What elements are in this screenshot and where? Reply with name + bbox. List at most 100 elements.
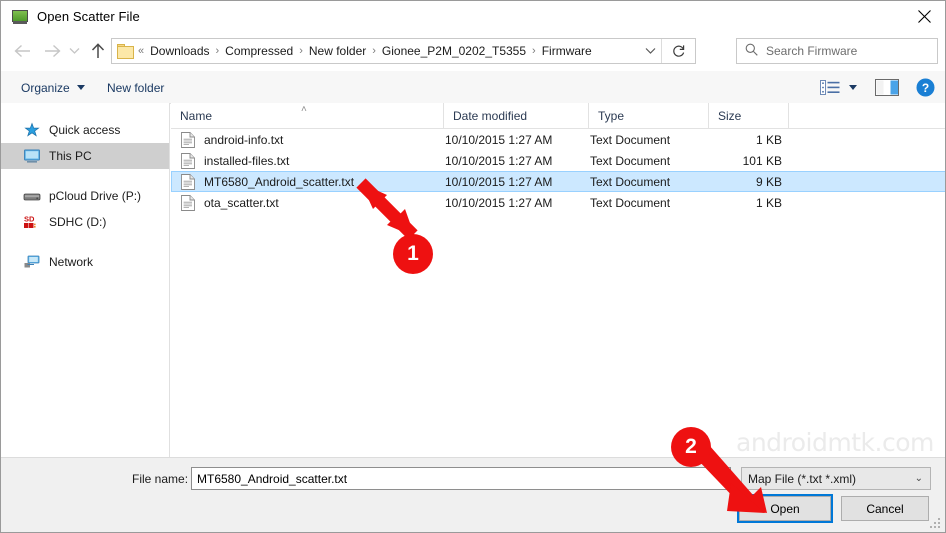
- sidebar-item-sdhc[interactable]: SD SDHC (D:): [1, 209, 169, 235]
- breadcrumb-item-1[interactable]: Compressed: [220, 42, 298, 60]
- file-size: 1 KB: [755, 132, 782, 147]
- text-document-icon: [181, 131, 195, 148]
- file-type: Text Document: [590, 195, 671, 210]
- scatter-file-icon: [12, 9, 28, 25]
- search-input[interactable]: Search Firmware: [736, 38, 938, 64]
- chevron-down-icon: [849, 84, 857, 90]
- search-placeholder: Search Firmware: [766, 44, 858, 58]
- sidebar-item-network[interactable]: Network: [1, 249, 169, 275]
- navigation-bar: « Downloads › Compressed › New folder › …: [1, 32, 945, 71]
- navigation-sidebar: Quick access This PC pCloud Drive (P:) S…: [1, 103, 170, 457]
- table-row[interactable]: installed-files.txt 10/10/2015 1:27 AM T…: [171, 150, 945, 171]
- recent-locations-button[interactable]: [65, 38, 83, 64]
- view-options-button[interactable]: [820, 76, 857, 98]
- organize-label: Organize: [21, 80, 70, 95]
- column-header-name[interactable]: Name ˄: [171, 103, 444, 128]
- open-label: Open: [770, 501, 800, 516]
- file-name: MT6580_Android_scatter.txt: [204, 174, 355, 189]
- file-rows: android-info.txt 10/10/2015 1:27 AM Text…: [171, 129, 945, 213]
- sidebar-item-this-pc[interactable]: This PC: [1, 143, 169, 169]
- watermark: androidmtk.com: [736, 428, 934, 457]
- file-size: 9 KB: [755, 174, 782, 189]
- file-type: Text Document: [590, 174, 671, 189]
- column-header-type[interactable]: Type: [589, 103, 709, 128]
- breadcrumb-item-2[interactable]: New folder: [304, 42, 371, 60]
- svg-text:SD: SD: [24, 215, 35, 224]
- new-folder-button[interactable]: New folder: [101, 77, 170, 98]
- breadcrumb-overflow[interactable]: «: [137, 43, 145, 59]
- file-date: 10/10/2015 1:27 AM: [445, 174, 553, 189]
- file-list: Name ˄ Date modified Type Size android-i…: [171, 103, 945, 457]
- refresh-icon[interactable]: [661, 39, 695, 63]
- breadcrumb-item-3[interactable]: Gionee_P2M_0202_T5355: [377, 42, 531, 60]
- table-row[interactable]: ota_scatter.txt 10/10/2015 1:27 AM Text …: [171, 192, 945, 213]
- file-date: 10/10/2015 1:27 AM: [445, 195, 553, 210]
- file-name: installed-files.txt: [204, 153, 290, 168]
- new-folder-label: New folder: [107, 80, 165, 95]
- help-icon[interactable]: ?: [916, 76, 935, 98]
- file-name: android-info.txt: [204, 132, 284, 147]
- table-row-selected[interactable]: MT6580_Android_scatter.txt 10/10/2015 1:…: [171, 171, 945, 192]
- cancel-label: Cancel: [866, 501, 904, 516]
- text-document-icon: [181, 173, 195, 190]
- breadcrumb-item-0[interactable]: Downloads: [145, 42, 214, 60]
- back-button[interactable]: [9, 38, 35, 64]
- column-header-size[interactable]: Size: [709, 103, 789, 128]
- file-type-filter-value: Map File (*.txt *.xml): [748, 471, 857, 486]
- sidebar-item-quick-access[interactable]: Quick access: [1, 117, 169, 143]
- organize-button[interactable]: Organize: [15, 77, 91, 98]
- file-name-input[interactable]: MT6580_Android_scatter.txt: [191, 467, 731, 490]
- column-label: Size: [718, 108, 742, 123]
- sidebar-item-pcloud-drive[interactable]: pCloud Drive (P:): [1, 183, 169, 209]
- text-document-icon: [181, 194, 195, 211]
- file-size: 1 KB: [755, 195, 782, 210]
- file-name-label: File name:: [132, 472, 189, 486]
- address-bar[interactable]: « Downloads › Compressed › New folder › …: [111, 38, 696, 64]
- folder-icon: [117, 43, 135, 59]
- column-label: Type: [598, 108, 625, 123]
- up-button[interactable]: [85, 38, 111, 64]
- file-type-filter-select[interactable]: Map File (*.txt *.xml) ⌄: [741, 467, 931, 490]
- sidebar-item-label: pCloud Drive (P:): [49, 189, 142, 203]
- preview-pane-button[interactable]: [875, 76, 899, 98]
- open-scatter-file-dialog: Open Scatter File « Downloads › Compress…: [0, 0, 946, 533]
- resize-grip[interactable]: [930, 518, 942, 530]
- chevron-down-icon: ⌄: [914, 473, 923, 484]
- file-name: ota_scatter.txt: [204, 195, 279, 210]
- column-headers: Name ˄ Date modified Type Size: [171, 103, 945, 129]
- breadcrumb-item-4[interactable]: Firmware: [537, 42, 597, 60]
- chevron-down-icon[interactable]: [639, 39, 661, 63]
- command-bar: Organize New folder ?: [1, 71, 945, 104]
- open-button[interactable]: Open: [737, 494, 833, 523]
- sort-ascending-icon: ˄: [301, 104, 307, 115]
- chevron-down-icon: [76, 85, 85, 90]
- window-title: Open Scatter File: [37, 9, 140, 24]
- svg-text:?: ?: [922, 81, 929, 95]
- sidebar-item-label: Quick access: [49, 123, 121, 137]
- monitor-icon: [23, 148, 41, 164]
- file-date: 10/10/2015 1:27 AM: [445, 132, 553, 147]
- column-label: Date modified: [453, 108, 528, 123]
- file-type: Text Document: [590, 132, 671, 147]
- sd-card-icon: SD: [23, 214, 41, 230]
- file-name-value: MT6580_Android_scatter.txt: [197, 471, 348, 486]
- text-document-icon: [181, 152, 195, 169]
- title-bar: Open Scatter File: [1, 1, 945, 32]
- file-date: 10/10/2015 1:27 AM: [445, 153, 553, 168]
- file-size: 101 KB: [742, 153, 782, 168]
- sidebar-item-label: Network: [49, 255, 94, 269]
- sidebar-item-label: This PC: [49, 149, 92, 163]
- table-row[interactable]: android-info.txt 10/10/2015 1:27 AM Text…: [171, 129, 945, 150]
- network-icon: [23, 254, 41, 270]
- search-icon: [745, 43, 758, 59]
- column-header-date-modified[interactable]: Date modified: [444, 103, 589, 128]
- column-label: Name: [180, 108, 213, 123]
- breadcrumb: « Downloads › Compressed › New folder › …: [137, 42, 597, 60]
- close-icon[interactable]: [901, 1, 945, 32]
- star-icon: [23, 122, 41, 138]
- cancel-button[interactable]: Cancel: [841, 496, 929, 521]
- sidebar-item-label: SDHC (D:): [49, 215, 107, 229]
- forward-button[interactable]: [39, 38, 65, 64]
- drive-icon: [23, 188, 41, 204]
- file-type: Text Document: [590, 153, 671, 168]
